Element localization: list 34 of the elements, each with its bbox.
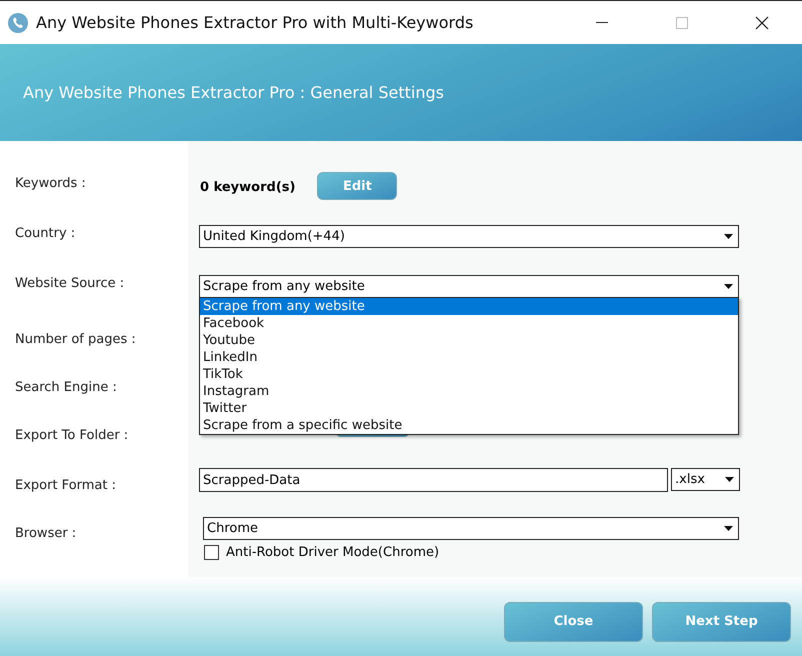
keyword-count: 0 keyword(s): [200, 180, 296, 194]
phone-icon: [8, 12, 28, 32]
checkbox[interactable]: [204, 545, 219, 560]
maximize-icon: [676, 16, 688, 28]
dropdown-field[interactable]: Chrome: [203, 517, 739, 540]
dropdown-arrow-icon: [725, 477, 734, 482]
dropdown-arrow-icon: [724, 526, 733, 531]
dropdown-arrow-icon: [724, 234, 733, 239]
setting-label: Number of pages :: [14, 332, 137, 347]
setting-label: Keywords :: [14, 176, 87, 191]
setting-label: Export To Folder :: [14, 428, 130, 443]
setting-label: Website Source :: [14, 276, 126, 291]
checkbox-label: Anti-Robot Driver Mode(Chrome): [226, 545, 440, 560]
dropdown-option[interactable]: LinkedIn: [200, 349, 738, 366]
dropdown-option[interactable]: Facebook: [200, 315, 738, 332]
page-title: Any Website Phones Extractor Pro : General Settings: [23, 83, 444, 102]
dropdown-option[interactable]: TikTok: [200, 366, 738, 383]
filename-field[interactable]: Scrapped-Data: [199, 468, 668, 492]
dropdown-option[interactable]: Scrape from any website: [200, 298, 738, 315]
dropdown-arrow-icon: [724, 284, 733, 289]
close-icon: [755, 16, 769, 30]
setting-label: Export Format :: [14, 478, 118, 493]
window-title: Any Website Phones Extractor Pro with Multi-Keywords: [36, 13, 474, 32]
dropdown-field[interactable]: .xlsx: [671, 468, 740, 491]
setting-label: Search Engine :: [14, 380, 118, 395]
setting-label: Country :: [14, 226, 76, 241]
dropdown-option[interactable]: Scrape from a specific website: [200, 417, 738, 434]
dropdown-option[interactable]: Instagram: [200, 383, 738, 400]
dropdown-field[interactable]: Scrape from any website: [199, 275, 739, 298]
dropdown-option[interactable]: Youtube: [200, 332, 738, 349]
dropdown-option[interactable]: Twitter: [200, 400, 738, 417]
dropdown-field[interactable]: United Kingdom(+44): [199, 225, 739, 248]
minimize-icon: [596, 22, 608, 24]
setting-label: Browser :: [14, 526, 78, 541]
